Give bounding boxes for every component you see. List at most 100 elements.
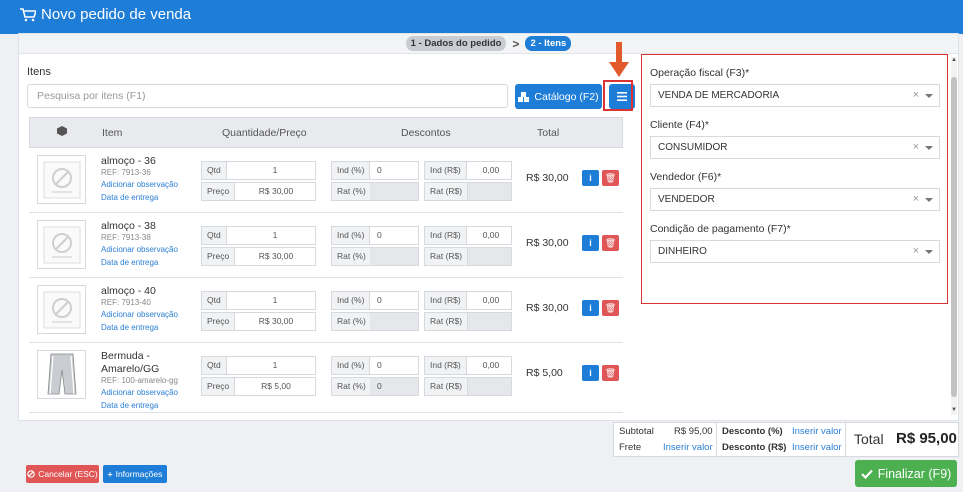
ind-pct-value: 0 bbox=[377, 230, 382, 240]
item-delete-button[interactable]: 🗑 bbox=[602, 170, 619, 186]
clear-icon[interactable]: × bbox=[913, 137, 919, 158]
information-button[interactable]: + Informações bbox=[103, 465, 167, 483]
page-title-text: Novo pedido de venda bbox=[41, 6, 192, 23]
freight-insert-link[interactable]: Inserir valor bbox=[663, 442, 713, 453]
ind-rs-field[interactable]: Ind (R$) 0,00 bbox=[424, 291, 512, 310]
cube-icon bbox=[57, 126, 67, 139]
price-value: R$ 30,00 bbox=[258, 186, 294, 196]
ind-pct-label: Ind (%) bbox=[332, 162, 371, 179]
fiscal-operation-label: Operação fiscal (F3)* bbox=[650, 67, 750, 79]
clear-icon[interactable]: × bbox=[913, 85, 919, 106]
table-row: almoço - 36 REF: 7913-36 Adicionar observa… bbox=[29, 148, 623, 213]
item-total: R$ 30,00 bbox=[526, 172, 569, 184]
rat-pct-label: Rat (%) bbox=[332, 378, 372, 395]
rat-pct-label: Rat (%) bbox=[332, 183, 372, 200]
quantity-field[interactable]: Qtd 1 bbox=[201, 291, 316, 310]
panel-scrollbar[interactable]: ▲ ▼ bbox=[951, 57, 957, 415]
item-delete-button[interactable]: 🗑 bbox=[602, 300, 619, 316]
item-info-button[interactable]: i bbox=[582, 235, 599, 251]
ind-pct-field[interactable]: Ind (%) 0 bbox=[331, 356, 419, 375]
chevron-down-icon[interactable] bbox=[925, 250, 933, 254]
ind-rs-label: Ind (R$) bbox=[425, 292, 467, 309]
add-observation-link[interactable]: Adicionar observação bbox=[101, 388, 178, 397]
item-search-input[interactable] bbox=[27, 84, 508, 108]
delivery-date-link[interactable]: Data de entrega bbox=[101, 401, 158, 410]
total-value: R$ 95,00 bbox=[896, 430, 957, 447]
delivery-date-link[interactable]: Data de entrega bbox=[101, 258, 158, 267]
item-info-button[interactable]: i bbox=[582, 365, 599, 381]
add-observation-link[interactable]: Adicionar observação bbox=[101, 310, 178, 319]
delivery-date-link[interactable]: Data de entrega bbox=[101, 193, 158, 202]
quantity-label: Qtd bbox=[202, 162, 227, 179]
add-observation-link[interactable]: Adicionar observação bbox=[101, 180, 178, 189]
ind-pct-field[interactable]: Ind (%) 0 bbox=[331, 226, 419, 245]
item-total: R$ 30,00 bbox=[526, 302, 569, 314]
item-name: almoço - 40 bbox=[101, 285, 156, 297]
price-field[interactable]: Preço R$ 30,00 bbox=[201, 312, 316, 331]
price-field[interactable]: Preço R$ 30,00 bbox=[201, 182, 316, 201]
ind-rs-field[interactable]: Ind (R$) 0,00 bbox=[424, 356, 512, 375]
ind-pct-field[interactable]: Ind (%) 0 bbox=[331, 291, 419, 310]
client-select[interactable]: CONSUMIDOR × bbox=[650, 136, 940, 159]
item-total: R$ 30,00 bbox=[526, 237, 569, 249]
catalog-button[interactable]: Catálogo (F2) bbox=[515, 84, 602, 109]
ind-rs-value: 0,00 bbox=[482, 295, 500, 305]
add-observation-link[interactable]: Adicionar observação bbox=[101, 245, 178, 254]
ind-pct-value: 0 bbox=[377, 295, 382, 305]
delivery-date-link[interactable]: Data de entrega bbox=[101, 323, 158, 332]
clear-icon[interactable]: × bbox=[913, 241, 919, 262]
item-info-button[interactable]: i bbox=[582, 300, 599, 316]
cart-icon bbox=[20, 7, 36, 21]
item-delete-button[interactable]: 🗑 bbox=[602, 365, 619, 381]
product-thumbnail bbox=[37, 350, 86, 399]
col-discounts: Descontos bbox=[401, 127, 451, 139]
item-info-button[interactable]: i bbox=[582, 170, 599, 186]
item-ref: REF: 7913-36 bbox=[101, 168, 151, 177]
ind-rs-label: Ind (R$) bbox=[425, 357, 467, 374]
price-field[interactable]: Preço R$ 30,00 bbox=[201, 247, 316, 266]
step-items[interactable]: 2 - Itens bbox=[525, 36, 572, 51]
chevron-down-icon[interactable] bbox=[925, 94, 933, 98]
fiscal-operation-value: VENDA DE MERCADORIA bbox=[658, 90, 780, 101]
price-value: R$ 30,00 bbox=[258, 251, 294, 261]
scrollbar-thumb[interactable] bbox=[951, 77, 957, 397]
clear-icon[interactable]: × bbox=[913, 189, 919, 210]
payment-select[interactable]: DINHEIRO × bbox=[650, 240, 940, 263]
seller-select[interactable]: VENDEDOR × bbox=[650, 188, 940, 211]
scroll-down-icon[interactable]: ▼ bbox=[951, 407, 957, 413]
chevron-down-icon[interactable] bbox=[925, 198, 933, 202]
cancel-button[interactable]: Cancelar (ESC) bbox=[26, 465, 99, 483]
rat-rs-value bbox=[468, 378, 511, 395]
rat-pct-value bbox=[370, 313, 418, 330]
plus-icon: + bbox=[107, 469, 113, 479]
product-thumbnail bbox=[37, 155, 86, 204]
price-label: Preço bbox=[202, 183, 236, 200]
chevron-down-icon[interactable] bbox=[925, 146, 933, 150]
rat-pct-value bbox=[370, 248, 418, 265]
chevron-right-icon: > bbox=[512, 36, 520, 51]
item-delete-button[interactable]: 🗑 bbox=[602, 235, 619, 251]
quantity-label: Qtd bbox=[202, 357, 227, 374]
rat-rs-field: Rat (R$) bbox=[424, 377, 512, 396]
scroll-up-icon[interactable]: ▲ bbox=[951, 57, 957, 63]
step-order-data[interactable]: 1 - Dados do pedido bbox=[405, 36, 507, 51]
payment-label: Condição de pagamento (F7)* bbox=[650, 223, 791, 235]
finish-button[interactable]: Finalizar (F9) bbox=[855, 460, 957, 487]
price-value: R$ 5,00 bbox=[261, 381, 291, 391]
price-field[interactable]: Preço R$ 5,00 bbox=[201, 377, 316, 396]
quantity-field[interactable]: Qtd 1 bbox=[201, 226, 316, 245]
quantity-field[interactable]: Qtd 1 bbox=[201, 161, 316, 180]
rat-rs-field: Rat (R$) bbox=[424, 312, 512, 331]
price-label: Preço bbox=[202, 378, 236, 395]
product-image bbox=[47, 353, 76, 394]
discount-pct-label: Desconto (%) bbox=[722, 426, 783, 437]
quantity-field[interactable]: Qtd 1 bbox=[201, 356, 316, 375]
ind-rs-field[interactable]: Ind (R$) 0,00 bbox=[424, 161, 512, 180]
ind-pct-label: Ind (%) bbox=[332, 227, 371, 244]
ind-pct-field[interactable]: Ind (%) 0 bbox=[331, 161, 419, 180]
ind-rs-field[interactable]: Ind (R$) 0,00 bbox=[424, 226, 512, 245]
discount-rs-link[interactable]: Inserir valor bbox=[792, 442, 842, 453]
fiscal-operation-select[interactable]: VENDA DE MERCADORIA × bbox=[650, 84, 940, 107]
discount-pct-link[interactable]: Inserir valor bbox=[792, 426, 842, 437]
subtotal-value: R$ 95,00 bbox=[674, 426, 713, 437]
